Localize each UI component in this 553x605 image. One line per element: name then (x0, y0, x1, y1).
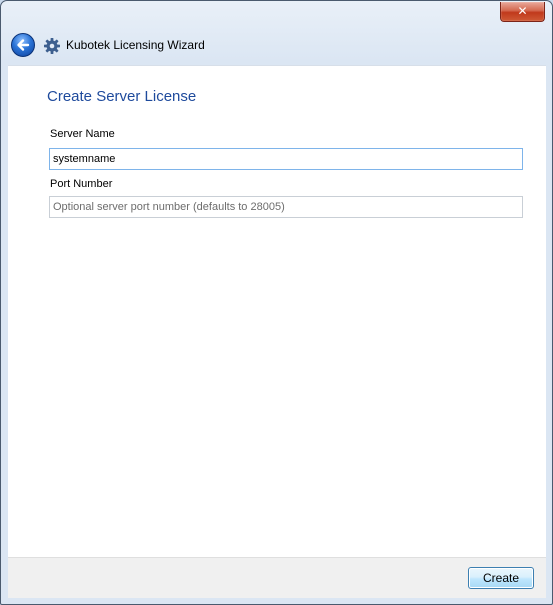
server-name-input[interactable] (49, 148, 523, 170)
server-name-label: Server Name (50, 128, 115, 140)
page-title: Create Server License (47, 88, 197, 105)
wizard-content: Create Server License Server Name Port N… (8, 65, 546, 558)
wizard-window: ✕ Kubotek Licensing Wizard Create Server… (0, 0, 553, 605)
create-button[interactable]: Create (468, 567, 534, 589)
back-button[interactable] (11, 33, 35, 57)
wizard-footer: Create (8, 557, 546, 598)
window-title: Kubotek Licensing Wizard (66, 38, 205, 52)
close-icon: ✕ (517, 4, 528, 18)
port-number-input[interactable] (49, 196, 523, 218)
gear-icon (44, 38, 60, 54)
close-button[interactable]: ✕ (500, 2, 545, 22)
back-arrow-icon (17, 39, 30, 51)
port-number-label: Port Number (50, 178, 113, 190)
